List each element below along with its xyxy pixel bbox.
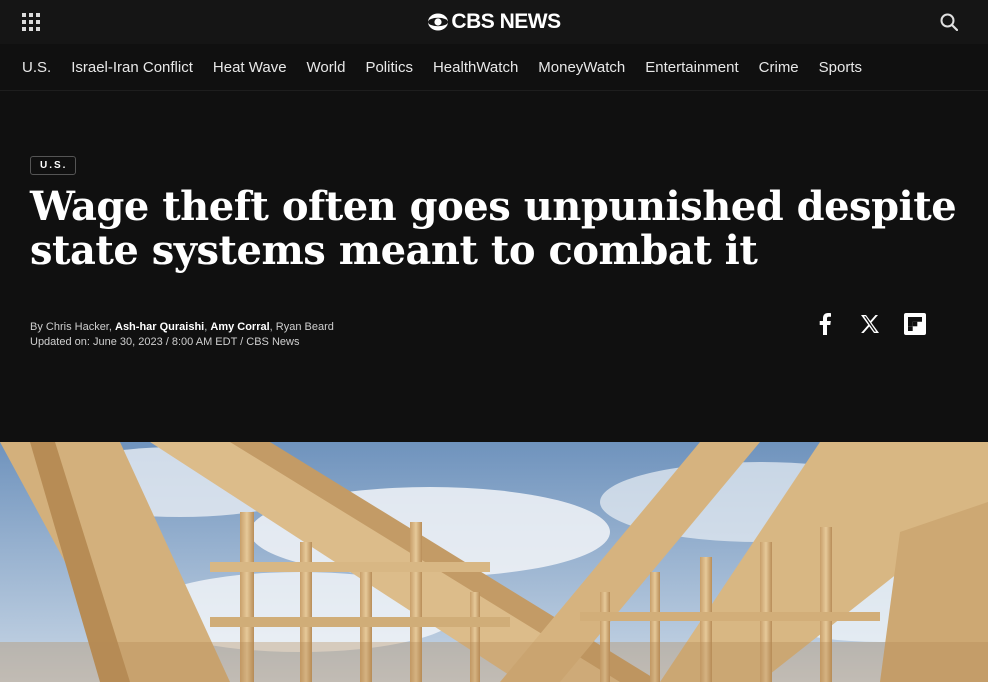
cbs-eye-icon bbox=[428, 13, 449, 31]
nav-item-us[interactable]: U.S. bbox=[22, 59, 51, 76]
author-amy-corral[interactable]: Amy Corral bbox=[210, 321, 269, 333]
facebook-icon[interactable] bbox=[814, 312, 836, 336]
nav-item-politics[interactable]: Politics bbox=[365, 59, 413, 76]
cbs-news-logo[interactable]: CBS NEWS bbox=[0, 10, 988, 34]
flipboard-icon[interactable] bbox=[904, 312, 926, 336]
share-buttons bbox=[814, 312, 926, 336]
search-icon[interactable] bbox=[940, 13, 959, 32]
section-nav: U.S. Israel-Iran Conflict Heat Wave Worl… bbox=[0, 44, 988, 91]
byline-authors: By Chris Hacker, Ash-har Quraishi, Amy C… bbox=[30, 320, 334, 335]
article-header: U.S. Wage theft often goes unpunished de… bbox=[30, 155, 960, 273]
nav-item-heat-wave[interactable]: Heat Wave bbox=[213, 59, 287, 76]
nav-item-israel-iran-conflict[interactable]: Israel-Iran Conflict bbox=[71, 59, 193, 76]
byline-prefix: By bbox=[30, 321, 46, 333]
hero-image[interactable] bbox=[0, 442, 988, 682]
updated-timestamp: Updated on: June 30, 2023 / 8:00 AM EDT … bbox=[30, 336, 300, 348]
nav-item-entertainment[interactable]: Entertainment bbox=[645, 59, 738, 76]
x-icon[interactable] bbox=[859, 312, 881, 336]
byline: By Chris Hacker, Ash-har Quraishi, Amy C… bbox=[30, 320, 334, 350]
nav-item-crime[interactable]: Crime bbox=[759, 59, 799, 76]
nav-item-moneywatch[interactable]: MoneyWatch bbox=[538, 59, 625, 76]
top-bar: CBS NEWS bbox=[0, 0, 988, 44]
headline: Wage theft often goes unpunished despite… bbox=[30, 183, 957, 274]
nav-list: U.S. Israel-Iran Conflict Heat Wave Worl… bbox=[0, 44, 988, 90]
nav-item-healthwatch[interactable]: HealthWatch bbox=[433, 59, 518, 76]
house-framing-photo bbox=[0, 442, 988, 682]
section-badge[interactable]: U.S. bbox=[30, 156, 77, 175]
nav-item-sports[interactable]: Sports bbox=[819, 59, 862, 76]
author-ryan-beard[interactable]: Ryan Beard bbox=[276, 321, 334, 333]
logo-text: CBS NEWS bbox=[451, 10, 561, 33]
nav-item-world[interactable]: World bbox=[307, 59, 346, 76]
author-chris-hacker[interactable]: Chris Hacker bbox=[46, 321, 109, 333]
author-ash-har-quraishi[interactable]: Ash-har Quraishi bbox=[115, 321, 204, 333]
